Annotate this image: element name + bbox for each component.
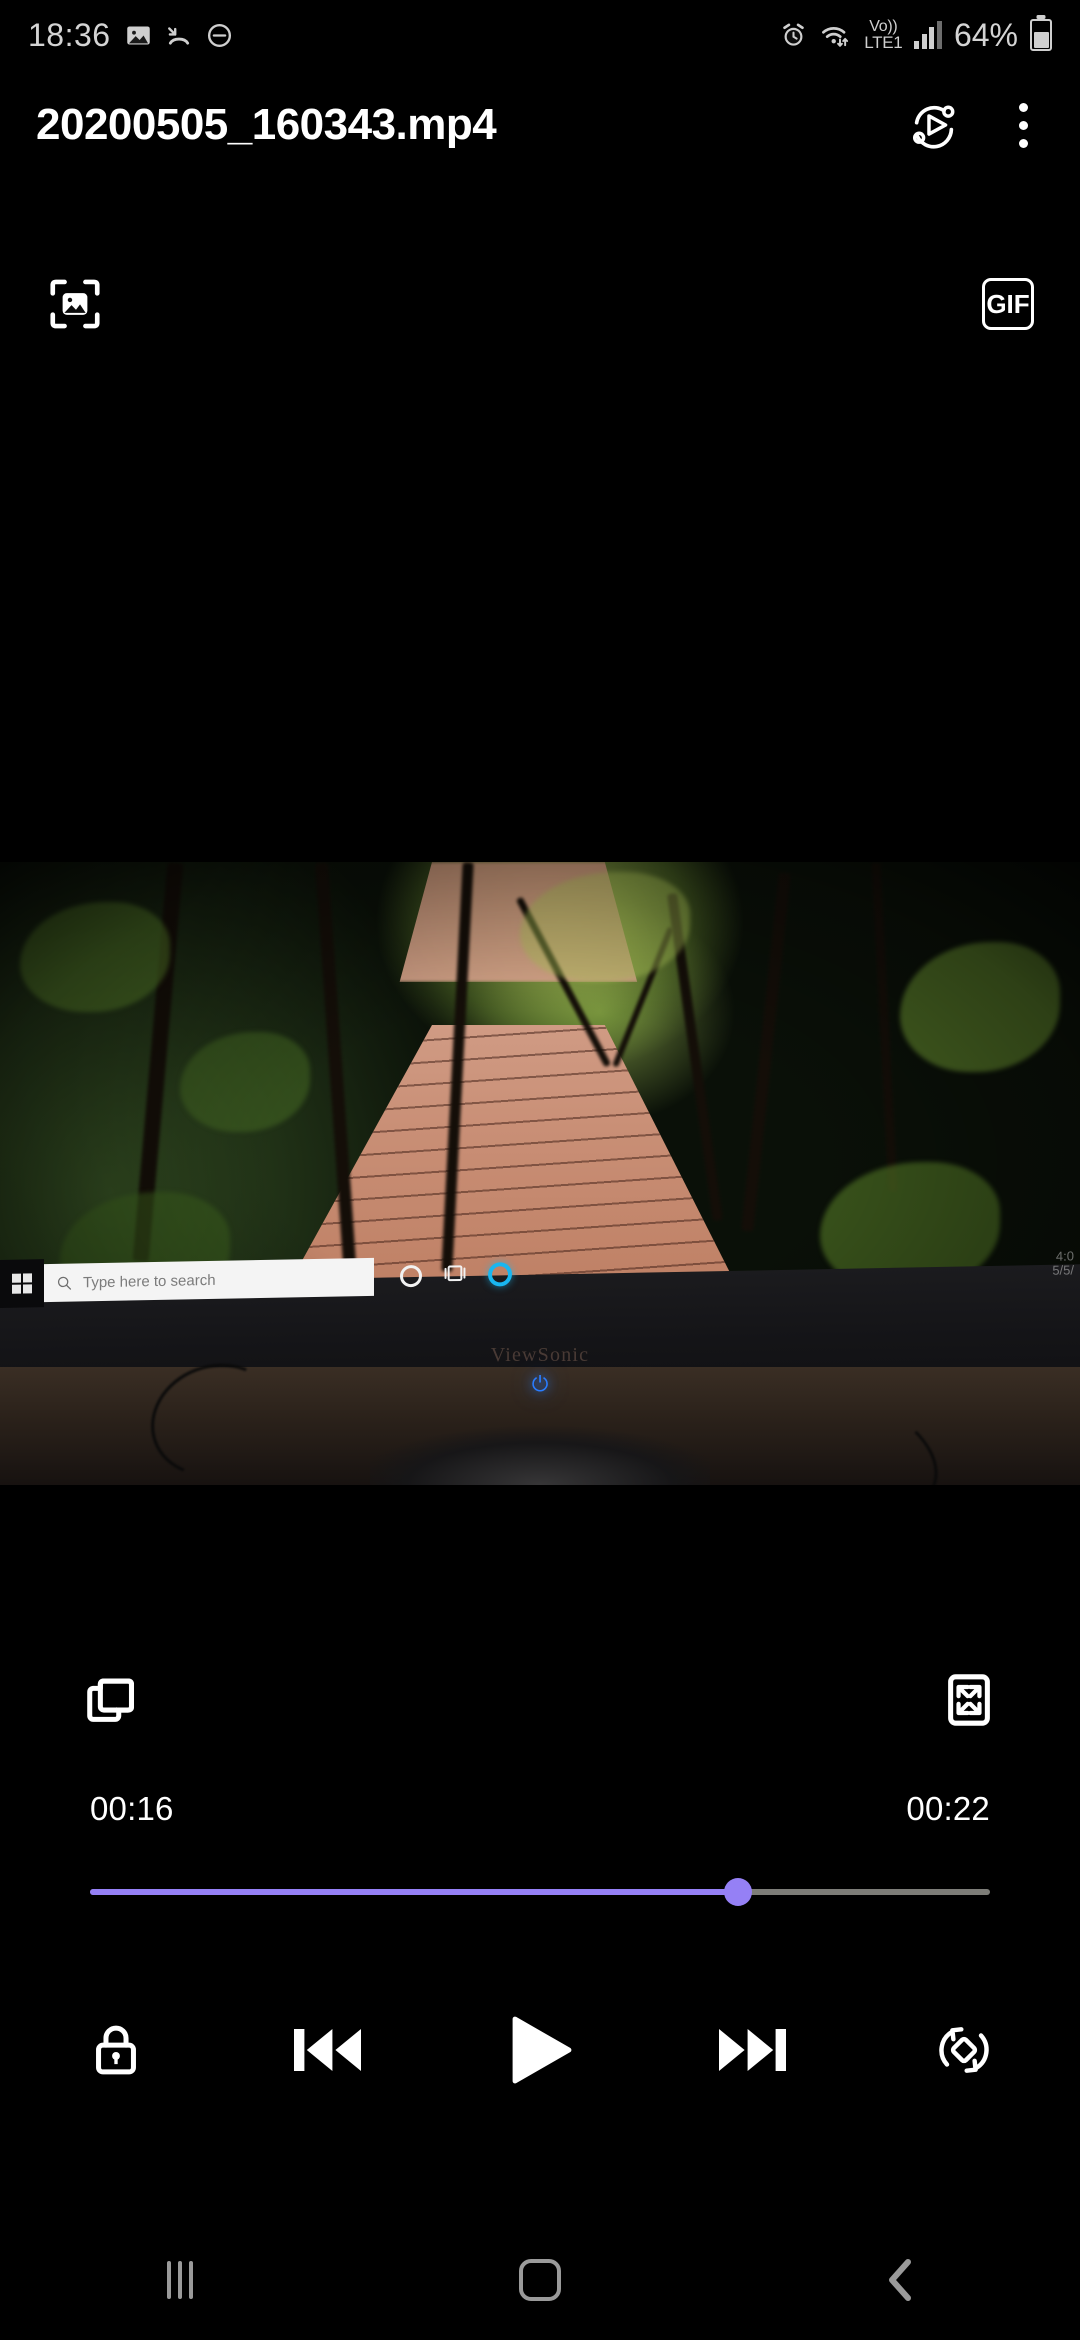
taskbar-search-input[interactable]: Type here to search <box>44 1257 374 1303</box>
status-bar: 18:36 Vo)) LTE1 64% <box>0 0 1080 70</box>
smart-view-icon[interactable] <box>907 98 961 152</box>
taskbar-search-placeholder: Type here to search <box>83 1271 216 1291</box>
edge-icon[interactable] <box>488 1262 512 1287</box>
call-missed-icon <box>166 22 192 48</box>
current-time-label: 00:16 <box>90 1790 174 1827</box>
title-bar: 20200505_160343.mp4 <box>0 70 1080 180</box>
wifi-icon <box>820 21 852 50</box>
transport-controls <box>0 1985 1080 2115</box>
do-not-disturb-icon <box>206 22 233 49</box>
video-frame[interactable]: ViewSonic ⏻ Type here to search 4:0 5/5/ <box>0 862 1080 1485</box>
page-title: 20200505_160343.mp4 <box>36 100 497 149</box>
windows-start-icon[interactable] <box>0 1259 44 1308</box>
battery-percent-label: 64% <box>953 16 1018 53</box>
sub-toolbar: GIF <box>0 252 1080 356</box>
more-options-icon[interactable] <box>1007 95 1040 156</box>
time-labels-row: 00:16 00:22 <box>0 1790 1080 1828</box>
navigation-bar <box>0 2220 1080 2340</box>
taskbar-icons <box>400 1262 512 1289</box>
battery-icon <box>1030 19 1052 51</box>
fullscreen-icon[interactable] <box>940 1671 998 1729</box>
rotate-icon[interactable] <box>916 2002 1012 2098</box>
previous-icon[interactable] <box>280 2002 376 2098</box>
status-clock: 18:36 <box>28 16 111 53</box>
title-actions <box>907 95 1044 156</box>
lock-icon[interactable] <box>68 2002 164 2098</box>
aux-controls-row <box>0 1640 1080 1760</box>
video-player-screen: 18:36 Vo)) LTE1 64% 20200505_160343.mp4 … <box>0 0 1080 2340</box>
home-icon[interactable] <box>440 2220 640 2340</box>
play-icon[interactable] <box>492 2002 588 2098</box>
power-led-icon: ⏻ <box>531 1373 549 1396</box>
status-bar-right: Vo)) LTE1 64% <box>779 17 1052 54</box>
recents-icon[interactable] <box>80 2220 280 2340</box>
signal-icon <box>914 21 942 49</box>
back-icon[interactable] <box>800 2220 1000 2340</box>
total-time-label: 00:22 <box>906 1790 990 1827</box>
taskbar-clock: 4:0 5/5/ <box>1052 1249 1074 1278</box>
cortana-icon[interactable] <box>400 1264 422 1288</box>
status-bar-left: 18:36 <box>28 17 233 54</box>
volte-bottom-label: LTE1 <box>864 32 903 52</box>
monitor-brand-label: ViewSonic <box>490 1344 590 1366</box>
seek-fill <box>90 1889 738 1895</box>
popup-player-icon[interactable] <box>82 1671 140 1729</box>
smart-capture-icon[interactable] <box>46 275 104 333</box>
taskbar-clock-date: 5/5/ <box>1052 1262 1074 1278</box>
gif-button[interactable]: GIF <box>982 278 1034 330</box>
volte-indicator: Vo)) LTE1 <box>864 18 903 52</box>
seek-bar[interactable] <box>90 1878 990 1906</box>
task-view-icon[interactable] <box>444 1263 466 1288</box>
seek-thumb[interactable] <box>724 1878 752 1906</box>
next-icon[interactable] <box>704 2002 800 2098</box>
image-icon <box>125 22 152 49</box>
search-icon <box>57 1276 72 1290</box>
alarm-icon <box>779 21 808 50</box>
